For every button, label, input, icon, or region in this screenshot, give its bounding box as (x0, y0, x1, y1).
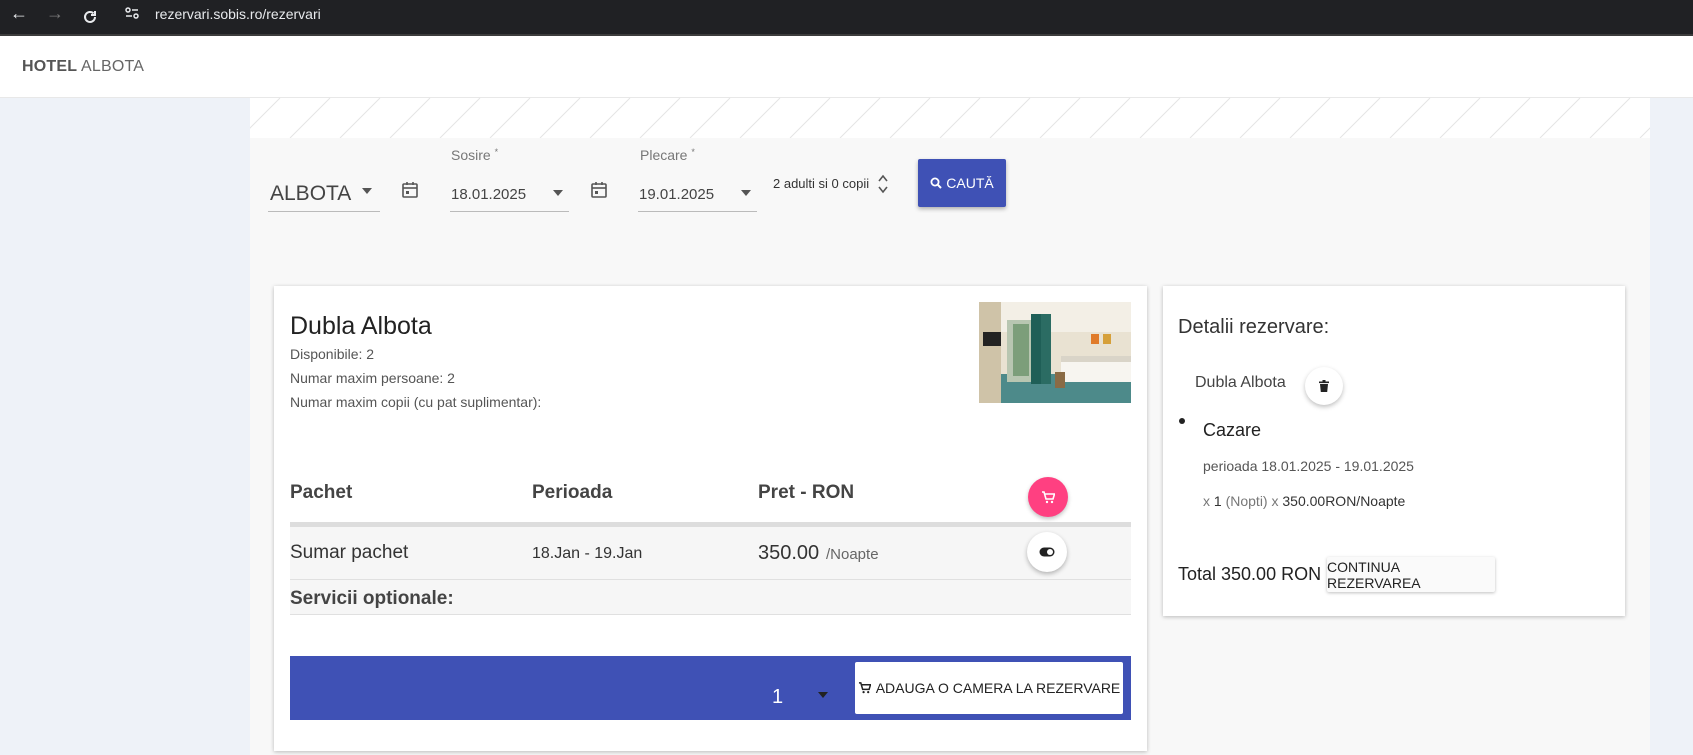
arrival-label: Sosire * (451, 147, 498, 163)
hotel-select[interactable]: ALBOTA (268, 180, 380, 212)
details-period: perioada 18.01.2025 - 19.01.2025 (1203, 458, 1414, 474)
search-button-label: CAUTĂ (946, 175, 994, 191)
column-header-package: Pachet (290, 482, 353, 503)
toggle-package-button[interactable] (1027, 532, 1067, 572)
calc-rate: 350.00RON/Noapte (1282, 493, 1406, 509)
arrival-label-text: Sosire (451, 147, 491, 163)
details-room-name: Dubla Albota (1195, 374, 1286, 391)
calendar-icon[interactable] (401, 181, 419, 199)
departure-label: Plecare * (640, 147, 695, 163)
room-quantity-value: 1 (772, 686, 784, 708)
guests-selector[interactable]: 2 adulti si 0 copii (773, 176, 869, 191)
cart-button[interactable] (1028, 477, 1068, 517)
room-available: Disponibile: 2 (290, 346, 375, 362)
search-icon (930, 177, 942, 189)
chevron-down-icon (362, 188, 372, 194)
hotel-select-value: ALBOTA (270, 182, 352, 205)
details-total: Total 350.00 RON (1178, 564, 1322, 584)
reservation-details-card: Detalii rezervare: Dubla Albota Cazare p… (1163, 286, 1625, 616)
back-arrow-icon[interactable]: ← (10, 3, 28, 24)
chevron-down-icon (818, 692, 828, 698)
search-button[interactable]: CAUTĂ (918, 159, 1006, 207)
column-header-period: Perioada (532, 482, 613, 503)
toggle-icon (1039, 547, 1055, 557)
brand-bold: HOTEL (22, 58, 78, 75)
room-max-persons: Numar maxim persoane: 2 (290, 370, 455, 386)
reload-icon[interactable] (82, 9, 98, 25)
optional-services-label: Servicii optionale: (290, 588, 454, 609)
trash-icon (1319, 380, 1329, 392)
add-room-bar: 1 ADAUGA O CAMERA LA REZERVARE (290, 656, 1131, 720)
site-settings-icon[interactable] (124, 5, 140, 21)
calc-nights-count: 1 (1213, 493, 1222, 509)
package-period: 18.Jan - 19.Jan (532, 545, 643, 562)
departure-required-marker: * (691, 147, 695, 157)
arrival-date-input[interactable]: 18.01.2025 (450, 182, 569, 212)
address-bar[interactable]: rezervari.sobis.ro/rezervari (155, 6, 321, 22)
room-quantity-select[interactable]: 1 (768, 672, 834, 714)
calc-prefix: x (1203, 493, 1210, 509)
calc-times: x (1271, 493, 1279, 509)
departure-date-input[interactable]: 19.01.2025 (638, 182, 757, 212)
chevron-down-icon (741, 190, 751, 196)
package-price-unit: /Noapte (826, 546, 879, 563)
optional-services-row: Servicii optionale: (290, 580, 1131, 615)
forward-arrow-icon[interactable]: → (46, 3, 64, 24)
browser-toolbar: ← → rezervari.sobis.ro/rezervari (0, 0, 1693, 36)
sort-arrows-icon[interactable] (877, 173, 889, 195)
cart-icon (1042, 491, 1055, 504)
arrival-date-value: 18.01.2025 (451, 186, 527, 203)
chevron-down-icon (553, 190, 563, 196)
add-room-button[interactable]: ADAUGA O CAMERA LA REZERVARE (855, 662, 1123, 714)
list-bullet (1179, 418, 1185, 424)
delete-room-button[interactable] (1305, 367, 1343, 405)
departure-date-value: 19.01.2025 (639, 186, 715, 203)
app-header: HOTEL ALBOTA (0, 36, 1693, 98)
details-calculation: x 1 (Nopti) x 350.00RON/Noapte (1203, 493, 1405, 509)
details-title: Detalii rezervare: (1178, 316, 1330, 338)
brand-logo[interactable]: HOTEL ALBOTA (22, 58, 144, 76)
continue-reservation-button[interactable]: CONTINUA REZERVAREA (1327, 557, 1495, 592)
package-name: Sumar pachet (290, 542, 409, 563)
room-photo[interactable] (979, 302, 1131, 403)
room-card: Dubla Albota Disponibile: 2 Numar maxim … (274, 286, 1147, 751)
calendar-icon[interactable] (590, 181, 608, 199)
room-title: Dubla Albota (290, 312, 432, 340)
calc-nights-label: (Nopti) (1225, 493, 1268, 509)
brand-name: ALBOTA (80, 58, 145, 75)
cart-icon (858, 682, 871, 694)
column-header-price: Pret - RON (758, 482, 855, 503)
decorative-pattern (250, 98, 1650, 138)
arrival-required-marker: * (494, 147, 499, 157)
table-row: Sumar pachet 18.Jan - 19.Jan 350.00 /Noa… (290, 527, 1131, 580)
departure-label-text: Plecare (640, 147, 688, 163)
add-room-button-label: ADAUGA O CAMERA LA REZERVARE (875, 680, 1121, 696)
package-price: 350.00 (758, 542, 820, 564)
room-max-children: Numar maxim copii (cu pat suplimentar): (290, 394, 542, 410)
details-service: Cazare (1203, 420, 1262, 440)
